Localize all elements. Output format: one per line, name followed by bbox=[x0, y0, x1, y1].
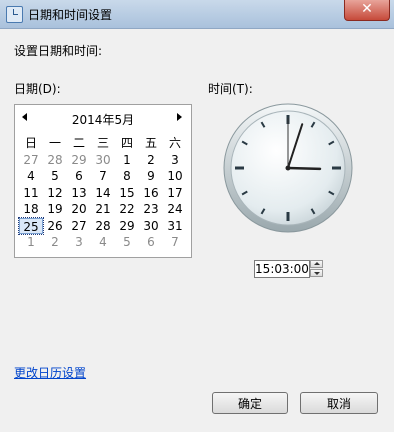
clock-center bbox=[285, 165, 291, 171]
calendar-day[interactable]: 4 bbox=[19, 168, 43, 185]
calendar-day[interactable]: 14 bbox=[91, 185, 115, 202]
calendar-day[interactable]: 3 bbox=[163, 152, 187, 169]
calendar-day[interactable]: 17 bbox=[163, 185, 187, 202]
time-spinner bbox=[310, 260, 323, 278]
calendar-header: 2014年5月 bbox=[15, 111, 191, 127]
calendar-day[interactable]: 2 bbox=[43, 234, 67, 251]
calendar-day[interactable]: 7 bbox=[91, 168, 115, 185]
prompt-text: 设置日期和时间: bbox=[14, 44, 103, 58]
calendar-day[interactable]: 21 bbox=[91, 201, 115, 218]
calendar-week-row: 25 26 27 28 29 30 31 bbox=[18, 216, 187, 235]
calendar-month-title[interactable]: 2014年5月 bbox=[15, 111, 191, 128]
clock-icon bbox=[6, 6, 23, 23]
spin-up-icon[interactable] bbox=[310, 260, 323, 268]
date-label: 日期(D): bbox=[14, 82, 61, 96]
calendar-weekday: 日 bbox=[24, 136, 37, 150]
hour-hand bbox=[286, 166, 322, 171]
date-time-dialog: 日期和时间设置 ✕ 设置日期和时间: 日期(D): 时间(T): 2014年5月… bbox=[0, 0, 394, 432]
calendar-week-row: 4 5 6 7 8 9 10 bbox=[19, 168, 187, 185]
calendar-day[interactable]: 20 bbox=[67, 201, 91, 218]
calendar-day[interactable]: 18 bbox=[19, 201, 43, 218]
window-title: 日期和时间设置 bbox=[28, 8, 113, 22]
calendar-day[interactable]: 6 bbox=[67, 168, 91, 185]
calendar-day[interactable]: 7 bbox=[163, 234, 187, 251]
calendar-day[interactable]: 26 bbox=[43, 218, 67, 235]
calendar-day[interactable]: 27 bbox=[67, 218, 91, 235]
calendar-day[interactable]: 1 bbox=[115, 152, 139, 169]
calendar-day[interactable]: 1 bbox=[19, 234, 43, 251]
calendar-day[interactable]: 28 bbox=[91, 218, 115, 235]
calendar-week-row: 1234567 bbox=[19, 234, 187, 251]
calendar-day[interactable]: 29 bbox=[67, 152, 91, 169]
calendar-day[interactable]: 30 bbox=[139, 218, 163, 235]
calendar-weekday-row: 日一二三四五六 bbox=[19, 135, 187, 152]
calendar-week-row: 27 28 29 30 1 2 3 bbox=[19, 152, 187, 169]
calendar-day[interactable]: 31 bbox=[163, 218, 187, 235]
calendar-day[interactable]: 19 bbox=[43, 201, 67, 218]
change-calendar-settings-link[interactable]: 更改日历设置 bbox=[14, 364, 86, 381]
calendar-day[interactable]: 3 bbox=[67, 234, 91, 251]
calendar-day[interactable]: 23 bbox=[139, 201, 163, 218]
calendar-day[interactable]: 22 bbox=[115, 201, 139, 218]
calendar-weekday: 五 bbox=[144, 136, 157, 150]
spin-down-icon[interactable] bbox=[310, 269, 323, 277]
calendar-day-selected[interactable]: 25 bbox=[18, 216, 44, 235]
calendar-day[interactable]: 5 bbox=[115, 234, 139, 251]
calendar-day[interactable]: 29 bbox=[115, 218, 139, 235]
calendar-day[interactable]: 9 bbox=[139, 168, 163, 185]
close-button[interactable]: ✕ bbox=[344, 0, 390, 21]
title-bar: 日期和时间设置 ✕ bbox=[0, 0, 394, 29]
cancel-button[interactable]: 取消 bbox=[300, 392, 378, 414]
calendar-weekday: 一 bbox=[48, 136, 61, 150]
calendar-week-row: 18 19 20 21 22 23 24 bbox=[19, 201, 187, 218]
calendar-weekday: 六 bbox=[168, 136, 181, 150]
calendar: 2014年5月 日一二三四五六 27 28 29 30 1 2 3 4 5 6 7 8 9 10 11 12 13… bbox=[14, 104, 192, 258]
calendar-day[interactable]: 4 bbox=[91, 234, 115, 251]
calendar-day[interactable]: 8 bbox=[115, 168, 139, 185]
calendar-day[interactable]: 15 bbox=[115, 185, 139, 202]
next-month-icon[interactable] bbox=[177, 113, 182, 121]
time-input[interactable]: 15:03:00 bbox=[254, 260, 310, 278]
analog-clock bbox=[223, 103, 353, 233]
calendar-week-row: 11 12 13 14 15 16 17 bbox=[19, 185, 187, 202]
calendar-weekday: 三 bbox=[96, 136, 109, 150]
calendar-day[interactable]: 12 bbox=[43, 185, 67, 202]
calendar-day[interactable]: 27 bbox=[19, 152, 43, 169]
calendar-grid: 日一二三四五六 27 28 29 30 1 2 3 4 5 6 7 8 9 10 11 12 13 14 15 16 17… bbox=[18, 135, 187, 251]
calendar-day[interactable]: 30 bbox=[91, 152, 115, 169]
ok-button[interactable]: 确定 bbox=[212, 392, 288, 414]
calendar-day[interactable]: 10 bbox=[163, 168, 187, 185]
calendar-day[interactable]: 24 bbox=[163, 201, 187, 218]
calendar-day[interactable]: 2 bbox=[139, 152, 163, 169]
calendar-day[interactable]: 16 bbox=[139, 185, 163, 202]
calendar-day[interactable]: 28 bbox=[43, 152, 67, 169]
calendar-day[interactable]: 5 bbox=[43, 168, 67, 185]
calendar-weekday: 四 bbox=[120, 136, 133, 150]
calendar-weekday: 二 bbox=[72, 136, 85, 150]
calendar-day[interactable]: 11 bbox=[19, 185, 43, 202]
calendar-day[interactable]: 13 bbox=[67, 185, 91, 202]
time-label: 时间(T): bbox=[208, 82, 253, 96]
calendar-day[interactable]: 6 bbox=[139, 234, 163, 251]
